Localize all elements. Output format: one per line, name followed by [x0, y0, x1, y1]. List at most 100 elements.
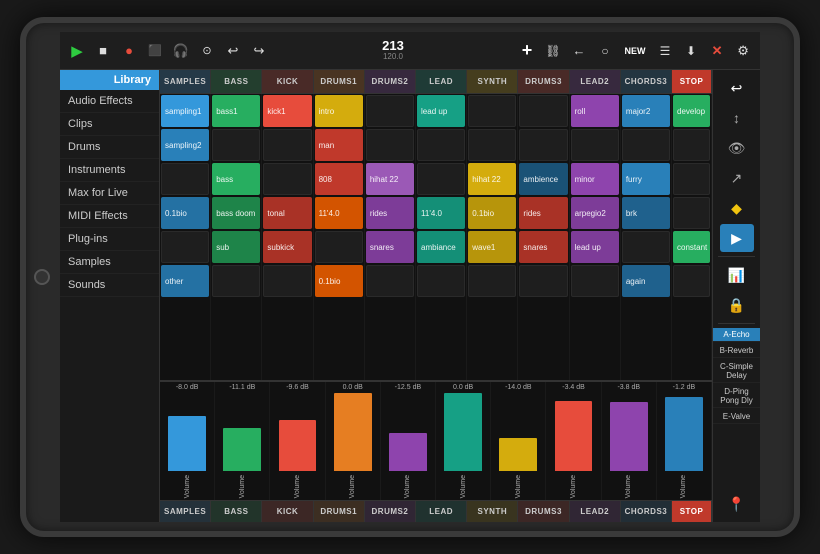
clip-cell[interactable]: hihat 22 [468, 163, 516, 195]
clip-cell[interactable]: 11'4.0 [315, 197, 363, 229]
stop-cell[interactable] [673, 197, 710, 229]
clip-cell[interactable]: kick1 [263, 95, 311, 127]
clip-cell[interactable]: lead up [417, 95, 465, 127]
arrangement-button[interactable]: ⬛ [144, 40, 166, 62]
clip-cell[interactable]: 0.1bio [161, 197, 209, 229]
volume-track-7[interactable]: -3.4 dBVolume [546, 382, 601, 500]
clip-cell[interactable]: arpegio2 [571, 197, 619, 229]
clip-cell[interactable]: brk [622, 197, 670, 229]
sidebar-item-drums[interactable]: Drums [60, 136, 159, 159]
add-button[interactable]: + [516, 40, 538, 62]
pin-icon[interactable]: 📍 [720, 490, 754, 518]
back-button[interactable]: ← [568, 40, 590, 62]
clip-cell[interactable] [519, 265, 567, 297]
stop-cell[interactable]: develop [673, 95, 710, 127]
clip-cell[interactable] [571, 129, 619, 161]
clip-cell[interactable] [417, 163, 465, 195]
link-button[interactable]: ⛓ [542, 40, 564, 62]
volume-track-9[interactable]: -1.2 dBVolume [657, 382, 712, 500]
right-panel-a-echo[interactable]: A-Echo [713, 328, 760, 342]
home-button[interactable] [34, 269, 50, 285]
right-panel-c-simple-delay[interactable]: C-Simple Delay [713, 360, 760, 383]
clip-cell[interactable]: wave1 [468, 231, 516, 263]
clip-cell[interactable] [212, 129, 260, 161]
clip-cell[interactable]: rides [366, 197, 414, 229]
stop-cell[interactable]: constant [673, 231, 710, 263]
volume-track-0[interactable]: -8.0 dBVolume [160, 382, 215, 500]
clip-cell[interactable]: 11'4.0 [417, 197, 465, 229]
clip-cell[interactable]: major2 [622, 95, 670, 127]
close-button[interactable]: ✕ [706, 40, 728, 62]
clip-cell[interactable]: intro [315, 95, 363, 127]
play-button[interactable]: ▶ [66, 40, 88, 62]
clip-cell[interactable] [161, 163, 209, 195]
volume-track-4[interactable]: -12.5 dBVolume [381, 382, 436, 500]
clip-cell[interactable]: sampling2 [161, 129, 209, 161]
clip-cell[interactable]: snares [366, 231, 414, 263]
right-panel-e-valve[interactable]: E-Valve [713, 410, 760, 424]
clip-cell[interactable] [622, 231, 670, 263]
clip-cell[interactable]: snares [519, 231, 567, 263]
volume-track-6[interactable]: -14.0 dBVolume [491, 382, 546, 500]
clip-cell[interactable] [212, 265, 260, 297]
list-view-button[interactable]: ☰ [654, 40, 676, 62]
clip-cell[interactable]: bass [212, 163, 260, 195]
clip-cell[interactable]: 808 [315, 163, 363, 195]
diamond-icon[interactable]: ◆ [720, 194, 754, 222]
clip-cell[interactable]: again [622, 265, 670, 297]
clip-cell[interactable]: tonal [263, 197, 311, 229]
volume-track-1[interactable]: -11.1 dBVolume [215, 382, 270, 500]
resize-icon[interactable]: ↕ [720, 104, 754, 132]
clip-cell[interactable] [468, 95, 516, 127]
clip-cell[interactable] [366, 129, 414, 161]
volume-track-3[interactable]: 0.0 dBVolume [326, 382, 381, 500]
clip-cell[interactable]: 0.1bio [468, 197, 516, 229]
eye-icon[interactable]: 👁 [720, 134, 754, 162]
clip-cell[interactable]: sampling1 [161, 95, 209, 127]
clip-cell[interactable] [468, 129, 516, 161]
arrow-icon[interactable]: ↗ [720, 164, 754, 192]
clip-cell[interactable]: ambience [519, 163, 567, 195]
clip-cell[interactable] [161, 231, 209, 263]
clip-cell[interactable]: rides [519, 197, 567, 229]
clip-cell[interactable]: lead up [571, 231, 619, 263]
clip-cell[interactable] [417, 129, 465, 161]
clip-cell[interactable]: man [315, 129, 363, 161]
clip-cell[interactable]: sub [212, 231, 260, 263]
volume-track-2[interactable]: -9.6 dBVolume [270, 382, 325, 500]
clip-cell[interactable] [366, 95, 414, 127]
undo-right-icon[interactable]: ↩ [720, 74, 754, 102]
clip-cell[interactable]: bass doom [212, 197, 260, 229]
settings-button[interactable]: ⚙ [732, 40, 754, 62]
clip-cell[interactable]: 0.1bio [315, 265, 363, 297]
lock-icon[interactable]: 🔒 [720, 291, 754, 319]
sidebar-item-samples[interactable]: Samples [60, 251, 159, 274]
clip-cell[interactable]: subkick [263, 231, 311, 263]
sidebar-item-audio-effects[interactable]: Audio Effects [60, 90, 159, 113]
redo-button[interactable]: ↪ [248, 40, 270, 62]
clip-cell[interactable] [263, 129, 311, 161]
clip-cell[interactable] [622, 129, 670, 161]
overdub-button[interactable]: ⊙ [196, 40, 218, 62]
clip-cell[interactable]: furry [622, 163, 670, 195]
play-triangle-icon[interactable]: ▶ [720, 224, 754, 252]
sidebar-item-sounds[interactable]: Sounds [60, 274, 159, 297]
clip-cell[interactable] [366, 265, 414, 297]
clip-cell[interactable] [468, 265, 516, 297]
clip-cell[interactable] [263, 163, 311, 195]
undo-button[interactable]: ↩ [222, 40, 244, 62]
clip-cell[interactable]: bass1 [212, 95, 260, 127]
record-button[interactable]: ● [118, 40, 140, 62]
sidebar-item-plug-ins[interactable]: Plug-ins [60, 228, 159, 251]
stop-cell[interactable] [673, 129, 710, 161]
volume-track-5[interactable]: 0.0 dBVolume [436, 382, 491, 500]
stop-button[interactable]: ■ [92, 40, 114, 62]
clip-cell[interactable] [417, 265, 465, 297]
clip-cell[interactable] [519, 95, 567, 127]
clip-cell[interactable]: ambiance [417, 231, 465, 263]
clip-cell[interactable]: hihat 22 [366, 163, 414, 195]
loop-button[interactable]: ○ [594, 40, 616, 62]
clip-cell[interactable]: roll [571, 95, 619, 127]
headphones-button[interactable]: 🎧 [170, 40, 192, 62]
volume-track-8[interactable]: -3.8 dBVolume [602, 382, 657, 500]
